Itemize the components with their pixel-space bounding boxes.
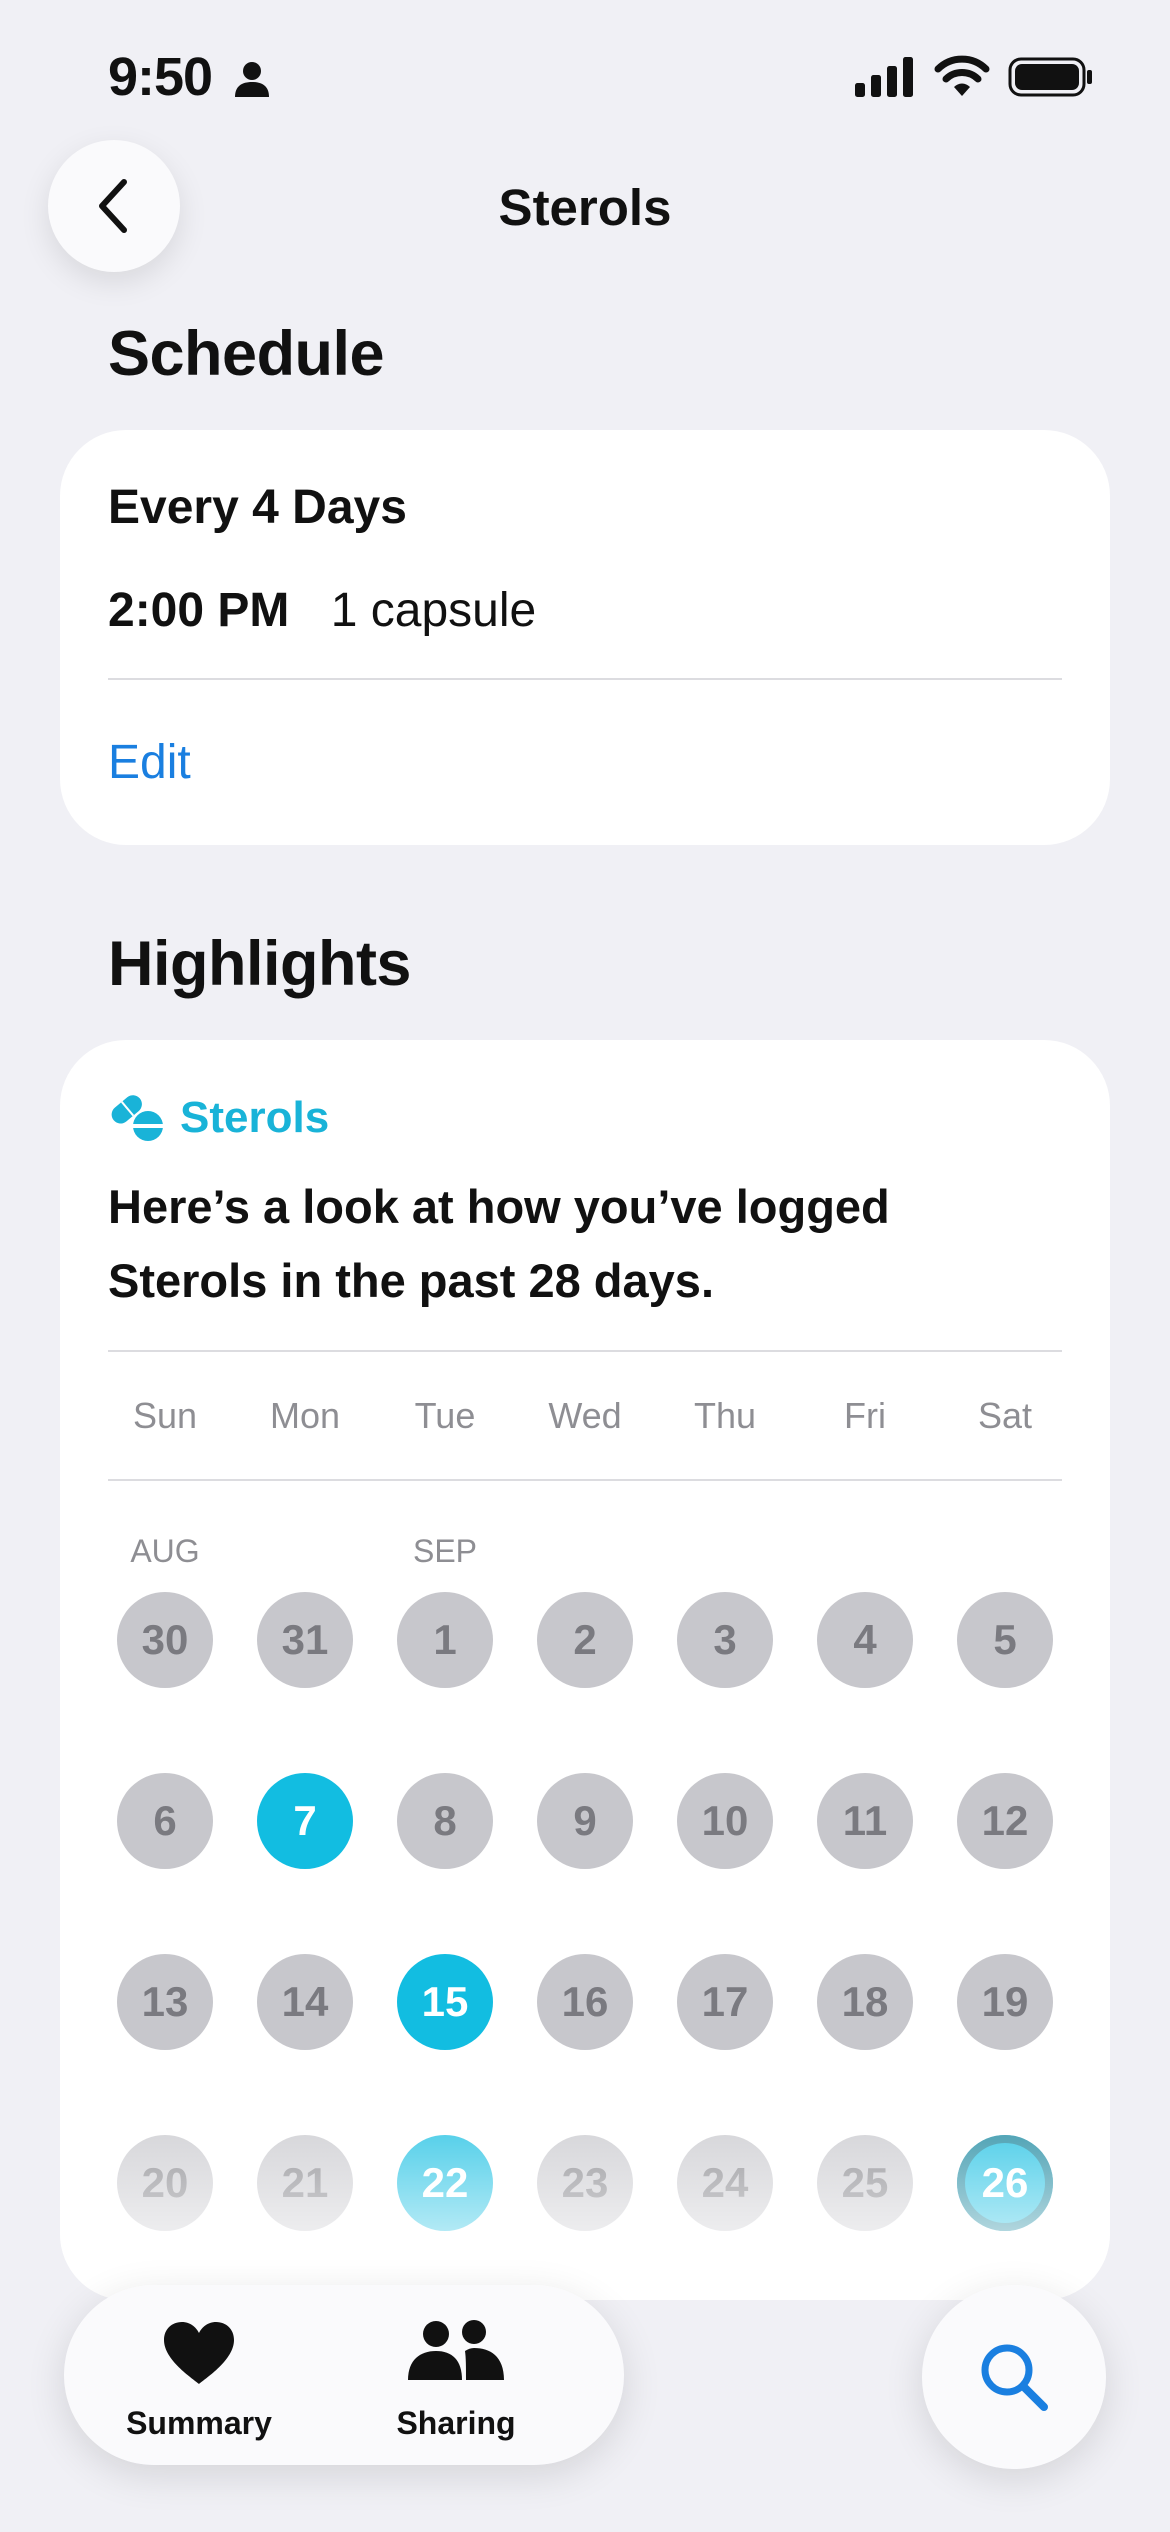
battery-icon xyxy=(1008,57,1092,97)
dose-time: 2:00 PM xyxy=(108,584,290,637)
month-label: AUG xyxy=(130,1533,200,1569)
calendar-day: 2 xyxy=(537,1592,633,1688)
highlights-card[interactable]: Sterols Here’s a look at how you’ve logg… xyxy=(60,1040,1110,2300)
scroll-fade xyxy=(60,2060,1110,2300)
person-icon xyxy=(235,62,269,97)
divider xyxy=(108,1479,1062,1481)
highlight-description: Here’s a look at how you’ve logged Stero… xyxy=(108,1180,890,1307)
search-icon xyxy=(981,2344,1048,2411)
schedule-frequency: Every 4 Days xyxy=(108,481,407,534)
calendar-day-logged: 7 xyxy=(257,1773,353,1869)
heart-icon xyxy=(164,2322,234,2384)
calendar-day: 10 xyxy=(677,1773,773,1869)
highlights-section-title: Highlights xyxy=(108,929,411,999)
tab-summary-label: Summary xyxy=(126,2405,272,2441)
calendar-day: 4 xyxy=(817,1592,913,1688)
calendar-day: 8 xyxy=(397,1773,493,1869)
highlight-header: Sterols xyxy=(108,1092,329,1144)
dose-row: 2:00 PM 1 capsule xyxy=(108,583,536,638)
schedule-card: Every 4 Days 2:00 PM 1 capsule Edit xyxy=(60,430,1110,845)
calendar-day: 16 xyxy=(537,1954,633,2050)
calendar-day-logged: 15 xyxy=(397,1954,493,2050)
divider xyxy=(108,1350,1062,1352)
divider xyxy=(108,678,1062,680)
calendar-day: 18 xyxy=(817,1954,913,2050)
calendar-day: 9 xyxy=(537,1773,633,1869)
tab-summary[interactable]: Summary xyxy=(89,2285,309,2465)
schedule-section-title: Schedule xyxy=(108,319,385,389)
tab-sharing[interactable]: Sharing xyxy=(346,2285,566,2465)
calendar-day: 19 xyxy=(957,1954,1053,2050)
tab-bar: Summary Sharing xyxy=(64,2285,624,2465)
weekday-label: Wed xyxy=(548,1395,622,1436)
highlight-medication-label: Sterols xyxy=(180,1093,330,1142)
weekday-label: Thu xyxy=(693,1395,757,1436)
calendar-day: 14 xyxy=(257,1954,353,2050)
weekday-label: Sat xyxy=(977,1395,1033,1436)
status-time: 9:50 xyxy=(108,47,213,107)
weekday-label: Fri xyxy=(844,1395,886,1436)
calendar-day: 5 xyxy=(957,1592,1053,1688)
calendar-day: 11 xyxy=(817,1773,913,1869)
weekday-label: Tue xyxy=(414,1395,476,1436)
search-button[interactable] xyxy=(922,2285,1106,2469)
month-label: SEP xyxy=(412,1533,478,1569)
people-icon xyxy=(408,2320,504,2380)
page-title: Sterols xyxy=(498,179,672,236)
weekday-label: Mon xyxy=(269,1395,341,1436)
calendar-day: 31 xyxy=(257,1592,353,1688)
calendar-day: 12 xyxy=(957,1773,1053,1869)
calendar-day: 17 xyxy=(677,1954,773,2050)
cellular-signal-icon xyxy=(855,57,913,97)
weekday-label: Sun xyxy=(132,1395,198,1436)
wifi-icon xyxy=(934,55,990,96)
calendar-day: 6 xyxy=(117,1773,213,1869)
dose-amount: 1 capsule xyxy=(330,584,537,637)
edit-schedule-button[interactable]: Edit xyxy=(108,735,191,790)
tab-sharing-label: Sharing xyxy=(396,2405,516,2441)
status-bar: 9:50 xyxy=(0,0,1170,150)
calendar-day: 3 xyxy=(677,1592,773,1688)
pills-icon xyxy=(111,1095,163,1141)
calendar-day: 1 xyxy=(397,1592,493,1688)
calendar-day: 13 xyxy=(117,1954,213,2050)
calendar-day: 30 xyxy=(117,1592,213,1688)
